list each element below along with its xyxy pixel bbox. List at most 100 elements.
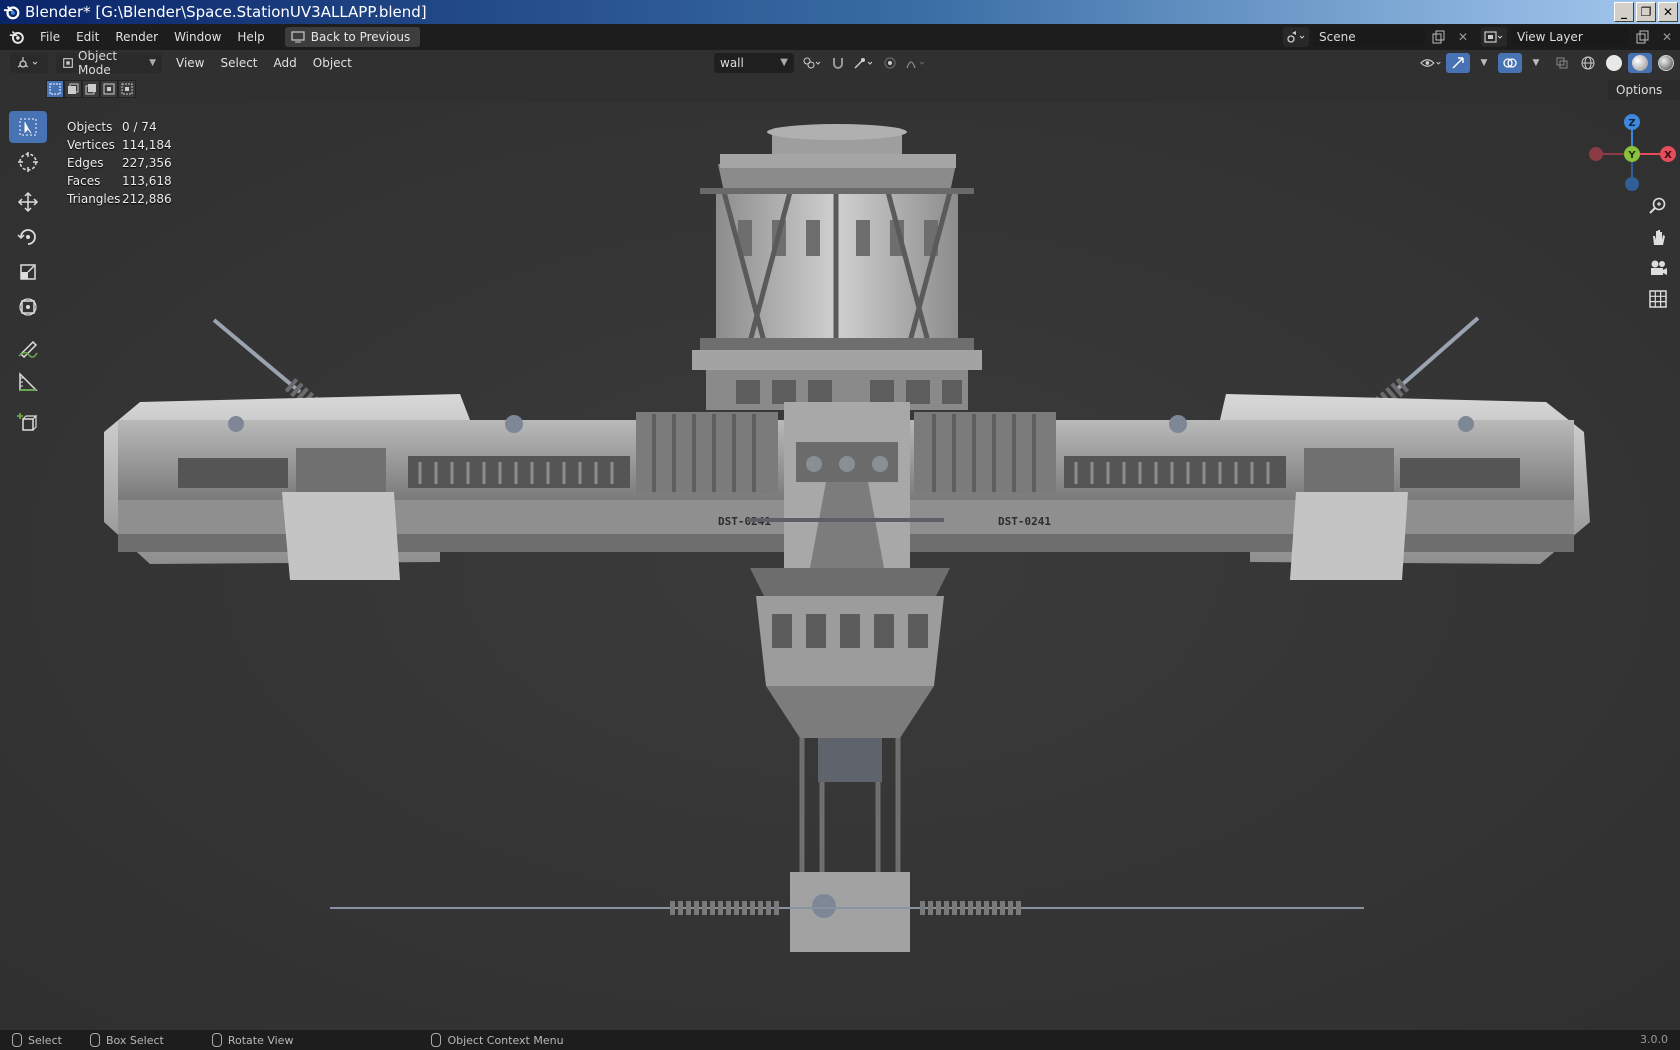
select-mode-subtract[interactable] <box>82 80 100 98</box>
menu-help[interactable]: Help <box>229 26 272 48</box>
stat-row: Edges 227,356 <box>67 154 172 172</box>
mouse-left-icon <box>12 1033 22 1047</box>
close-button[interactable]: ✕ <box>1658 2 1678 22</box>
stat-row: Faces 113,618 <box>67 172 172 190</box>
tool-measure[interactable] <box>9 366 47 398</box>
back-to-previous-label: Back to Previous <box>310 30 411 44</box>
tool-cursor[interactable] <box>9 146 47 178</box>
menu-view[interactable]: View <box>168 52 212 74</box>
gizmo-toggle[interactable] <box>1446 53 1470 73</box>
editor-type-dropdown[interactable] <box>10 53 48 73</box>
status-select-label: Select <box>28 1033 62 1047</box>
move-arrows-icon <box>17 191 39 213</box>
space-station-model[interactable]: DST-0241 DST-0241 <box>0 102 1680 1030</box>
tool-annotate[interactable] <box>9 331 47 363</box>
snap-toggle[interactable] <box>826 53 850 73</box>
proportional-falloff-dropdown[interactable] <box>904 53 928 73</box>
navigation-gizmo[interactable]: X Z Y <box>1582 110 1680 200</box>
main-hull: DST-0241 DST-0241 <box>104 394 1590 580</box>
select-subtract-icon <box>85 84 96 95</box>
close-icon: ✕ <box>1661 30 1673 44</box>
select-mode-new[interactable] <box>46 80 64 98</box>
xray-toggle[interactable] <box>1550 53 1574 73</box>
select-mode-extend[interactable] <box>64 80 82 98</box>
window-title-bar: Blender* [G:\Blender\Space.StationUV3ALL… <box>0 0 1680 24</box>
gizmo-neg-z-handle[interactable] <box>1625 177 1639 191</box>
stat-value: 113,618 <box>122 174 172 188</box>
status-context-label: Object Context Menu <box>447 1033 564 1047</box>
minimize-button[interactable]: _ <box>1614 2 1634 22</box>
scene-name-field[interactable]: Scene <box>1313 27 1425 47</box>
material-sphere-icon <box>1632 55 1648 71</box>
restore-button[interactable]: ❐ <box>1636 2 1656 22</box>
falloff-curve-icon <box>906 61 925 69</box>
back-to-previous-button[interactable]: Back to Previous <box>284 27 421 47</box>
tool-move[interactable] <box>9 186 47 218</box>
menu-select[interactable]: Select <box>212 52 265 74</box>
duplicate-icon <box>1636 30 1649 44</box>
options-label: Options <box>1616 83 1663 97</box>
mode-label: Object Mode <box>78 49 118 77</box>
scene-browse-dropdown[interactable] <box>1283 27 1309 47</box>
scene-icon <box>1287 31 1305 43</box>
add-cube-icon <box>17 413 38 431</box>
view-layer-browse-dropdown[interactable] <box>1481 27 1507 47</box>
tool-select-box[interactable] <box>9 111 47 143</box>
delete-view-layer-button[interactable]: ✕ <box>1657 27 1677 47</box>
view-layer-name-field[interactable]: View Layer <box>1511 27 1629 47</box>
rendered-sphere-icon <box>1658 55 1674 71</box>
menu-window[interactable]: Window <box>166 26 229 48</box>
overlays-dropdown[interactable]: ▼ <box>1524 53 1548 73</box>
menu-edit[interactable]: Edit <box>68 26 107 48</box>
hull-code-right: DST-0241 <box>998 515 1051 528</box>
shading-solid-button[interactable] <box>1602 53 1626 73</box>
camera-icon <box>1651 260 1667 275</box>
blender-menu-icon[interactable] <box>8 28 26 46</box>
chevron-down-icon: ▼ <box>1480 58 1488 68</box>
overlays-icon <box>1503 58 1517 68</box>
menu-object[interactable]: Object <box>305 52 360 74</box>
tool-transform[interactable] <box>9 291 47 323</box>
tool-shelf <box>9 111 49 441</box>
snap-target-dropdown[interactable] <box>852 53 876 73</box>
object-selector-dropdown[interactable]: wall ▼ <box>714 53 794 73</box>
hand-icon <box>1653 230 1665 245</box>
new-scene-button[interactable] <box>1429 27 1449 47</box>
delete-scene-button[interactable]: ✕ <box>1453 27 1473 47</box>
select-invert-icon <box>103 83 115 95</box>
3d-viewport[interactable]: DST-0241 DST-0241 Objects 0 / 74 Vertice… <box>0 102 1680 1030</box>
pan-button[interactable] <box>1644 223 1672 251</box>
chevron-down-icon: ▼ <box>149 58 156 68</box>
interaction-mode-dropdown[interactable]: Object Mode ▼ <box>56 49 162 77</box>
menu-render[interactable]: Render <box>107 26 166 48</box>
shading-rendered-button[interactable] <box>1654 53 1678 73</box>
proportional-editing-toggle[interactable] <box>878 53 902 73</box>
options-dropdown[interactable]: Options ▼ <box>1608 80 1680 117</box>
menu-file[interactable]: File <box>32 26 68 48</box>
new-view-layer-button[interactable] <box>1633 27 1653 47</box>
mouse-right-icon <box>431 1033 442 1047</box>
perspective-toggle-button[interactable] <box>1644 285 1672 313</box>
camera-view-button[interactable] <box>1644 254 1672 282</box>
zoom-button[interactable] <box>1644 192 1672 220</box>
tool-rotate[interactable] <box>9 221 47 253</box>
gizmo-neg-x-handle[interactable] <box>1589 147 1603 161</box>
transform-pivot-dropdown[interactable] <box>800 53 824 73</box>
stat-value: 114,184 <box>122 138 172 152</box>
gizmo-y-label: Y <box>1627 150 1636 161</box>
tool-add-cube[interactable] <box>9 406 47 438</box>
select-mode-invert[interactable] <box>100 80 118 98</box>
shading-wireframe-button[interactable] <box>1576 53 1600 73</box>
visibility-dropdown[interactable] <box>1420 53 1444 73</box>
status-select-hint: Select <box>12 1033 62 1047</box>
select-mode-intersect[interactable] <box>118 80 136 98</box>
overlays-toggle[interactable] <box>1498 53 1522 73</box>
pencil-icon <box>18 340 38 358</box>
magnet-icon <box>833 58 843 69</box>
gizmo-dropdown[interactable]: ▼ <box>1472 53 1496 73</box>
menu-add[interactable]: Add <box>266 52 305 74</box>
tool-scale[interactable] <box>9 256 47 288</box>
shading-material-button[interactable] <box>1628 53 1652 73</box>
snap-increment-icon <box>854 58 873 69</box>
stat-label: Triangles <box>67 192 121 206</box>
